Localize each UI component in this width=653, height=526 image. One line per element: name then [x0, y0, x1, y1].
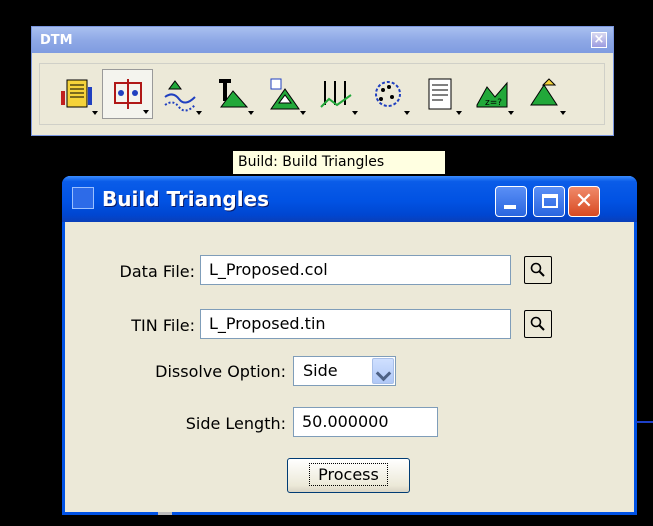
triangle-build-icon — [218, 79, 248, 108]
tin-file-label: TIN File: — [131, 316, 195, 335]
tool-points[interactable] — [362, 69, 413, 119]
background-line — [636, 421, 653, 423]
tool-edit-points[interactable] — [102, 69, 153, 119]
maximize-icon — [542, 194, 558, 208]
chevron-down-icon[interactable] — [372, 358, 394, 384]
tool-build-triangles[interactable] — [206, 69, 257, 119]
svg-text:z=?: z=? — [485, 98, 502, 108]
points-icon — [374, 81, 401, 107]
dtm-tool-strip: z=? — [39, 63, 605, 125]
dialog-title: Build Triangles — [102, 187, 270, 211]
dtm-toolbar-window: DTM × z=? — [31, 26, 614, 136]
dissolve-option-value: Side — [303, 361, 338, 380]
dialog-titlebar[interactable]: Build Triangles ✕ — [62, 176, 637, 222]
dtm-titlebar[interactable]: DTM × — [32, 27, 613, 53]
data-file-browse-button[interactable] — [524, 256, 552, 284]
tooltip: Build: Build Triangles — [232, 150, 446, 175]
process-button-label: Process — [309, 463, 388, 486]
tool-drape[interactable] — [154, 69, 205, 119]
dissolve-option-select[interactable]: Side — [293, 356, 396, 386]
data-file-field[interactable]: L_Proposed.col — [200, 255, 511, 285]
side-length-field[interactable]: 50.000000 — [293, 407, 438, 437]
elevation-query-icon: z=? — [476, 81, 507, 108]
tool-input-data[interactable] — [50, 69, 101, 119]
app-icon — [72, 187, 94, 209]
build-triangles-dialog: Build Triangles ✕ Data File: L_Proposed.… — [62, 176, 637, 515]
maximize-button[interactable] — [533, 186, 565, 217]
view-icon — [529, 78, 558, 106]
process-button[interactable]: Process — [287, 458, 410, 493]
minimize-icon — [504, 205, 516, 209]
background-mark — [158, 512, 172, 515]
dtm-close-button[interactable]: × — [591, 32, 607, 48]
edit-points-icon — [113, 79, 142, 109]
data-file-label: Data File: — [119, 262, 195, 281]
magnifier-icon — [530, 316, 545, 331]
minimize-button[interactable] — [495, 186, 527, 217]
tin-file-field[interactable]: L_Proposed.tin — [200, 309, 511, 339]
tool-contours[interactable] — [310, 69, 361, 119]
contours-icon — [319, 81, 352, 108]
input-data-icon — [60, 79, 92, 108]
dtm-title: DTM — [40, 33, 73, 48]
trim-triangles-icon — [269, 78, 300, 110]
tool-elevation-query[interactable]: z=? — [466, 69, 517, 119]
dissolve-option-label: Dissolve Option: — [155, 362, 286, 381]
report-icon — [428, 78, 451, 110]
magnifier-icon — [530, 262, 545, 277]
tin-file-browse-button[interactable] — [524, 310, 552, 338]
drape-icon — [163, 80, 196, 112]
side-length-label: Side Length: — [185, 414, 286, 433]
tool-view[interactable] — [518, 69, 569, 119]
close-button[interactable]: ✕ — [568, 186, 600, 217]
tool-trim-triangles[interactable] — [258, 69, 309, 119]
tool-report[interactable] — [414, 69, 465, 119]
close-icon: ✕ — [574, 189, 594, 214]
